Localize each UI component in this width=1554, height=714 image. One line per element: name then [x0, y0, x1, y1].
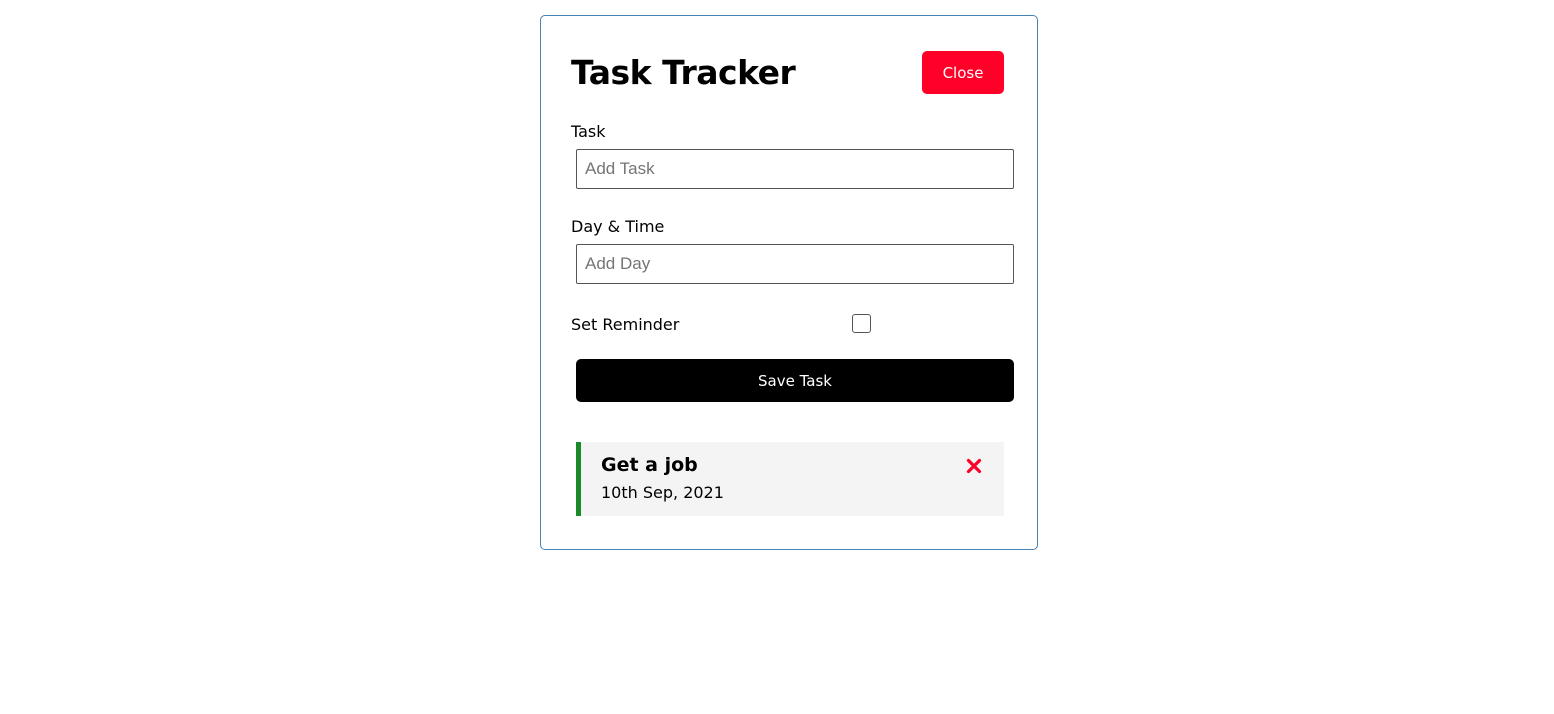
task-title: Get a job: [601, 454, 698, 476]
times-icon[interactable]: [966, 458, 982, 474]
task-label: Task: [571, 122, 606, 141]
day-time-input[interactable]: [576, 244, 1014, 284]
task-item[interactable]: Get a job 10th Sep, 2021: [576, 442, 1004, 516]
close-button[interactable]: Close: [922, 51, 1004, 94]
task-tracker-container: Task Tracker Close Task Day & Time Set R…: [540, 15, 1038, 550]
task-input[interactable]: [576, 149, 1014, 189]
save-task-button[interactable]: Save Task: [576, 359, 1014, 402]
set-reminder-label: Set Reminder: [571, 315, 680, 334]
header: Task Tracker Close: [571, 51, 1005, 94]
task-day: 10th Sep, 2021: [601, 483, 724, 502]
page-title: Task Tracker: [571, 53, 796, 92]
set-reminder-checkbox[interactable]: [852, 314, 871, 333]
day-time-label: Day & Time: [571, 217, 665, 236]
